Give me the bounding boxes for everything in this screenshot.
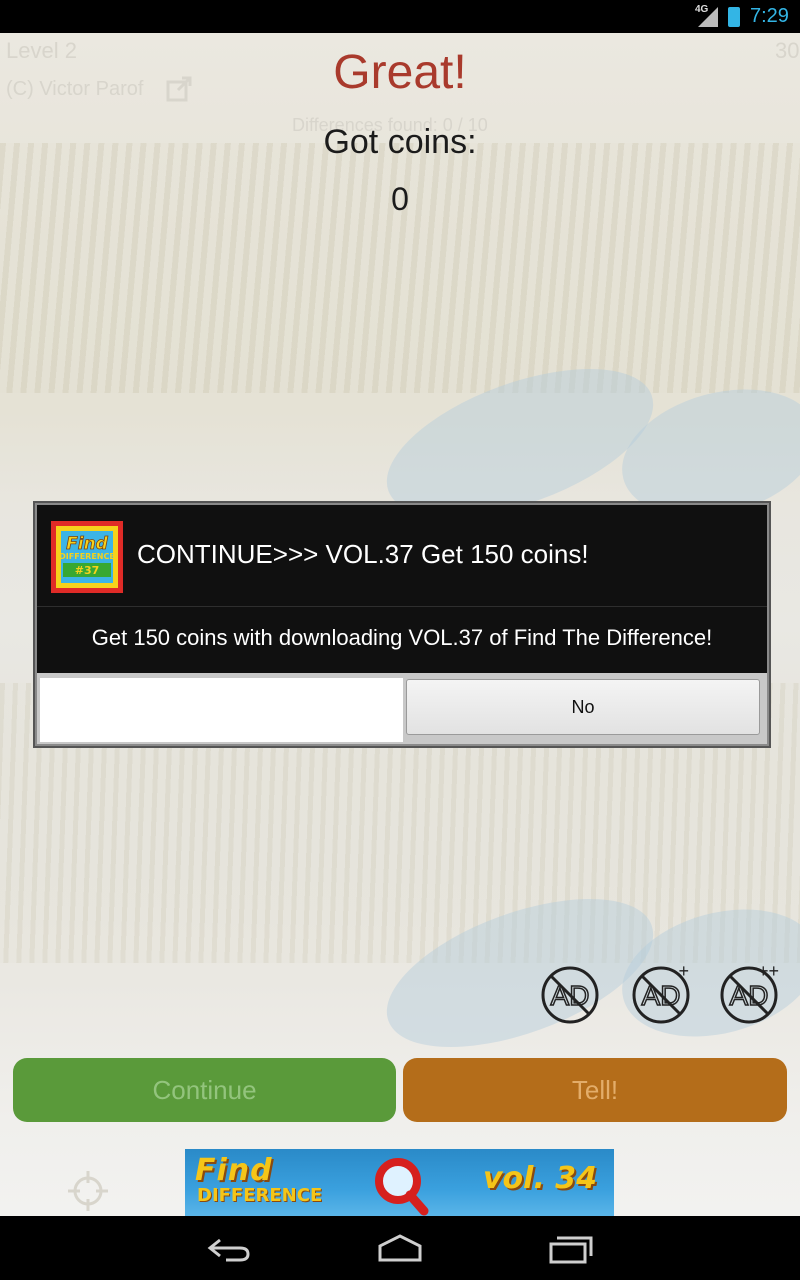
recents-icon[interactable] [547,1232,595,1264]
continue-button[interactable]: Continue [13,1058,396,1122]
coins-label: Got coins: [323,123,477,161]
crosshair-icon[interactable] [68,1171,108,1211]
dialog-button-bar: No [37,673,767,744]
home-icon[interactable] [376,1232,424,1264]
no-ads-plus-icon[interactable]: AD + [631,965,691,1025]
dialog-body: Get 150 coins with downloading VOL.37 of… [37,607,767,673]
banner-logo-difference: DIFFERENCE [197,1185,323,1206]
navigation-bar [0,1216,800,1280]
banner-logo-find: Find [195,1153,273,1188]
dialog-header: Find DIFFERENCE #37 CONTINUE>>> VOL.37 G… [37,505,767,606]
dialog-positive-button[interactable] [40,678,403,742]
back-icon[interactable] [206,1232,254,1264]
banner-volume: vol. 34 [483,1161,598,1196]
result-title: Great! [333,46,467,99]
dialog-message: Get 150 coins with downloading VOL.37 of… [91,625,713,650]
battery-icon [728,7,740,27]
dialog-no-button[interactable]: No [406,679,760,735]
ad-plus-label: + [678,965,689,981]
app-icon-difference: DIFFERENCE [59,552,115,561]
no-ads-icon[interactable]: AD [540,965,600,1025]
promo-dialog: Find DIFFERENCE #37 CONTINUE>>> VOL.37 G… [35,503,769,746]
dialog-title: CONTINUE>>> VOL.37 Get 150 coins! [137,539,589,569]
signal-icon [698,7,718,27]
magnifier-icon [375,1158,429,1216]
status-bar: 4G 7:29 [0,0,800,33]
status-time: 7:29 [750,5,789,27]
ad-plus-plus-label: ++ [758,965,779,981]
app-icon-find: Find [66,534,109,554]
tell-button[interactable]: Tell! [403,1058,787,1122]
app-icon: Find DIFFERENCE #37 [51,521,123,593]
no-ads-plus-plus-icon[interactable]: AD ++ [719,965,779,1025]
coins-value: 0 [391,181,409,217]
app-icon-number: #37 [75,564,100,577]
ad-banner[interactable]: Find DIFFERENCE vol. 34 [185,1149,614,1216]
